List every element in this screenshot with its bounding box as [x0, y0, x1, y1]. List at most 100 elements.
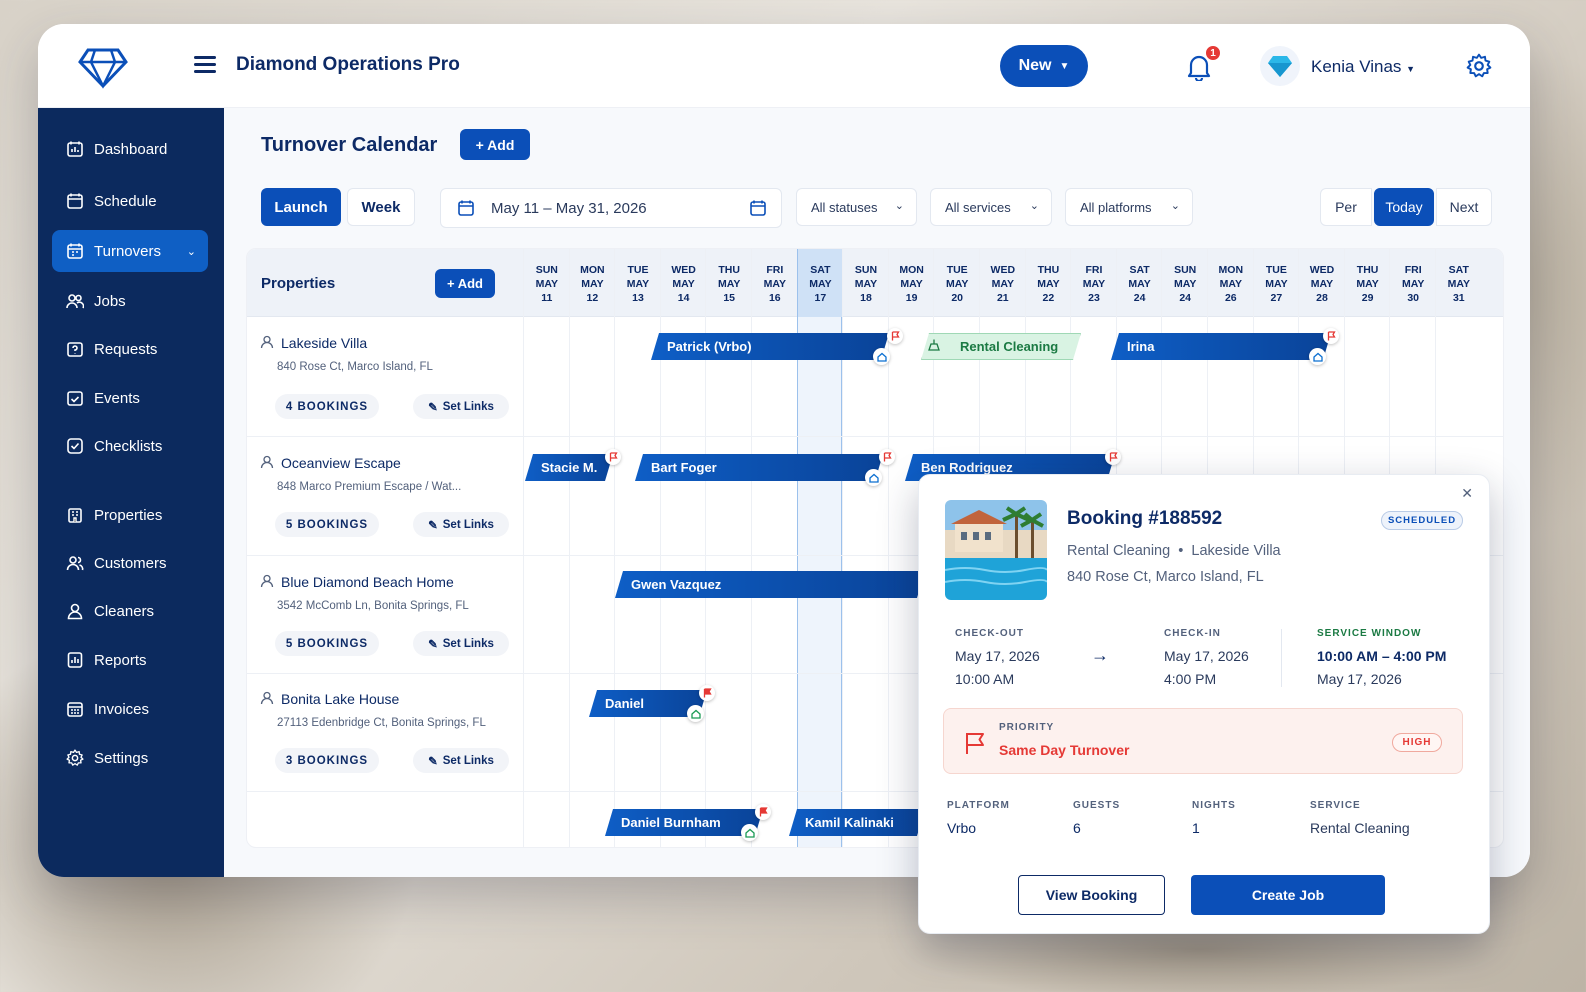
gear-icon[interactable] [1466, 53, 1492, 79]
booking-bar[interactable]: Gwen Vazquez [615, 571, 925, 598]
invoice-icon [67, 702, 83, 717]
sidebar-item-properties[interactable]: Properties [52, 494, 208, 536]
day-header[interactable]: TUE MAY 20 [934, 263, 980, 305]
next-button[interactable]: Next [1436, 188, 1492, 226]
property-address: 27113 Edenbridge Ct, Bonita Springs, FL [277, 717, 486, 729]
day-header[interactable]: THU MAY 29 [1345, 263, 1391, 305]
status-filter-label: All statuses [811, 199, 878, 215]
booking-bar[interactable]: Kamil Kalinaki [789, 809, 925, 836]
day-header[interactable]: TUE MAY 13 [615, 263, 661, 305]
day-header[interactable]: FRI MAY 16 [752, 263, 798, 305]
sidebar-item-invoices[interactable]: Invoices [52, 688, 208, 730]
view-booking-button[interactable]: View Booking [1018, 875, 1165, 915]
bookings-count[interactable]: 5 BOOKINGS [275, 512, 379, 537]
user-menu[interactable]: Kenia Vinas ▼ [1311, 57, 1415, 77]
customers-icon [66, 556, 84, 571]
menu-icon[interactable] [194, 56, 216, 74]
user-name: Kenia Vinas [1311, 57, 1402, 76]
day-header[interactable]: WED MAY 14 [661, 263, 707, 305]
day-header-dow: THU [718, 264, 740, 276]
day-header-d: 20 [951, 292, 964, 304]
bookings-count[interactable]: 4 BOOKINGS [275, 394, 379, 419]
day-header[interactable]: WED MAY 28 [1299, 263, 1345, 305]
avatar[interactable] [1260, 46, 1300, 86]
day-header-mon: MAY [672, 278, 695, 290]
day-header[interactable]: SUN MAY 18 [843, 263, 889, 305]
property-name[interactable]: Blue Diamond Beach Home [281, 574, 454, 590]
day-header[interactable]: SUN MAY 11 [524, 263, 570, 305]
day-header[interactable]: SUN MAY 24 [1162, 263, 1208, 305]
calendar-grid-icon [67, 243, 83, 259]
day-header[interactable]: MON MAY 12 [570, 263, 616, 305]
day-header-d: 13 [632, 292, 644, 304]
booking-bar[interactable]: Daniel Burnham [605, 809, 763, 836]
set-links-button[interactable]: ✎ Set Links [413, 748, 509, 773]
day-header-mon: MAY [718, 278, 741, 290]
prev-button[interactable]: Per [1320, 188, 1372, 226]
set-links-label: Set Links [442, 518, 494, 531]
notification-badge: 1 [1204, 44, 1222, 62]
set-links-button[interactable]: ✎ Set Links [413, 512, 509, 537]
set-links-button[interactable]: ✎ Set Links [413, 394, 509, 419]
bookings-count[interactable]: 5 BOOKINGS [275, 631, 379, 656]
sidebar-item-reports[interactable]: Reports [52, 639, 208, 681]
day-header[interactable]: THU MAY 22 [1026, 263, 1072, 305]
booking-bar[interactable]: Patrick (Vrbo) [651, 333, 889, 360]
set-links-button[interactable]: ✎ Set Links [413, 631, 509, 656]
platforms-filter[interactable]: All platforms ⌄ [1065, 188, 1193, 226]
add-property-button[interactable]: + Add [435, 269, 495, 298]
new-button[interactable]: New ▼ [1000, 45, 1088, 87]
booking-bar[interactable]: Bart Foger [635, 454, 883, 481]
cleaning-bar[interactable]: Rental Cleaning [921, 333, 1081, 360]
day-header[interactable]: MON MAY 19 [889, 263, 935, 305]
close-icon[interactable]: ✕ [1461, 485, 1473, 502]
view-launch-button[interactable]: Launch [261, 188, 341, 226]
booking-bar[interactable]: Stacie M. [525, 454, 613, 481]
day-header[interactable]: TUE MAY 27 [1254, 263, 1300, 305]
day-header-mon: MAY [1356, 278, 1379, 290]
sidebar-item-schedule[interactable]: Schedule [52, 180, 208, 222]
day-header[interactable]: FRI MAY 30 [1390, 263, 1436, 305]
booking-bar[interactable]: Irina [1111, 333, 1331, 360]
priority-level-badge: HIGH [1392, 733, 1442, 752]
sidebar-item-jobs[interactable]: Jobs [52, 280, 208, 322]
property-photo [945, 500, 1047, 600]
property-name[interactable]: Lakeside Villa [281, 335, 367, 351]
sidebar-item-label: Schedule [94, 192, 157, 210]
property-name[interactable]: Bonita Lake House [281, 691, 399, 707]
create-job-button[interactable]: Create Job [1191, 875, 1385, 915]
status-filter[interactable]: All statuses ⌄ [796, 188, 917, 226]
day-header[interactable]: SAT MAY 31 [1436, 263, 1482, 305]
bookings-count[interactable]: 3 BOOKINGS [275, 748, 379, 773]
pencil-icon: ✎ [428, 755, 438, 768]
sidebar-item-turnovers[interactable]: Turnovers ⌄ [52, 230, 208, 272]
property-name[interactable]: Oceanview Escape [281, 455, 401, 471]
day-header[interactable]: FRI MAY 23 [1071, 263, 1117, 305]
sidebar-item-events[interactable]: Events [52, 377, 208, 419]
home-icon [873, 348, 890, 365]
day-header[interactable]: SAT MAY 24 [1117, 263, 1163, 305]
sidebar-item-label: Settings [94, 749, 149, 767]
day-header[interactable]: SAT MAY 17 [797, 249, 844, 317]
arrow-right-icon: → [1091, 645, 1109, 665]
sidebar-item-dashboard[interactable]: Dashboard [52, 128, 208, 170]
sidebar-item-cleaners[interactable]: Cleaners [52, 590, 208, 632]
services-filter[interactable]: All services ⌄ [930, 188, 1052, 226]
sidebar-item-requests[interactable]: Requests [52, 328, 208, 370]
add-turnover-button[interactable]: + Add [460, 129, 530, 160]
day-header[interactable]: WED MAY 21 [980, 263, 1026, 305]
sidebar-item-customers[interactable]: Customers [52, 542, 208, 584]
day-header-dow: SUN [535, 264, 558, 276]
day-header[interactable]: MON MAY 26 [1208, 263, 1254, 305]
day-header-d: 14 [677, 292, 690, 304]
day-header[interactable]: THU MAY 15 [706, 263, 752, 305]
sidebar-item-settings[interactable]: Settings [52, 737, 208, 779]
view-week-button[interactable]: Week [347, 188, 415, 226]
day-header-d: 28 [1316, 292, 1328, 304]
today-button[interactable]: Today [1374, 188, 1434, 226]
day-header-mon: MAY [1037, 278, 1060, 290]
calendar-icon [457, 199, 475, 221]
diamond-logo-icon[interactable] [78, 44, 128, 90]
sidebar-item-checklists[interactable]: Checklists [52, 425, 208, 467]
date-range-picker[interactable]: May 11 – May 31, 2026 [440, 188, 782, 228]
